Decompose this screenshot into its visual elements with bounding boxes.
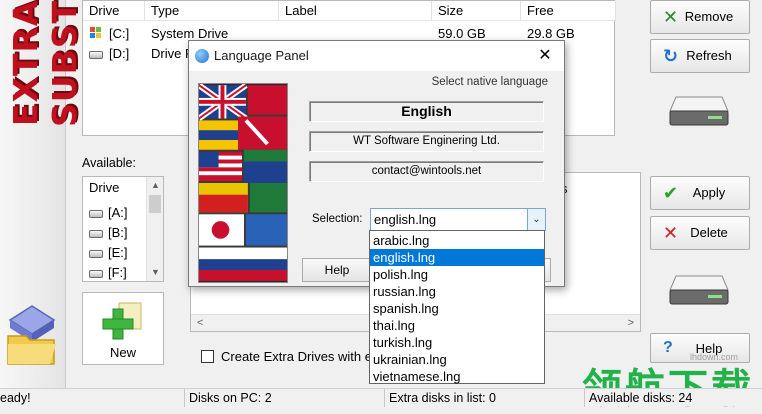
system-drive-icon: [89, 24, 103, 44]
col-drive[interactable]: Drive: [83, 1, 145, 21]
available-col-header[interactable]: Drive: [89, 179, 119, 197]
globe-icon: [195, 49, 209, 63]
status-available-disks: Available disks: 24: [584, 389, 692, 407]
check-icon: ✔: [663, 183, 679, 203]
drive-letter: [D:]: [109, 46, 130, 61]
list-item[interactable]: [F:]: [89, 264, 127, 282]
refresh-icon: ↻: [663, 46, 679, 66]
language-option-selected[interactable]: english.lng: [370, 249, 544, 266]
vertical-scrollbar[interactable]: ▲ ▼: [146, 177, 163, 281]
new-drive-button[interactable]: New: [82, 292, 164, 365]
apply-button[interactable]: ✔ Apply: [650, 176, 750, 210]
col-type[interactable]: Type: [145, 1, 279, 21]
list-item[interactable]: [E:]: [89, 244, 128, 262]
language-option[interactable]: russian.lng: [370, 283, 544, 300]
drive-letter: [B:]: [108, 225, 128, 240]
language-option[interactable]: spanish.lng: [370, 300, 544, 317]
side-banner: EXTRA SUBST: [0, 0, 84, 388]
new-label: New: [109, 345, 136, 360]
language-option[interactable]: polish.lng: [370, 266, 544, 283]
col-free[interactable]: Free: [521, 1, 616, 21]
dialog-help-button[interactable]: Help: [302, 258, 372, 282]
drive-type: Drive F: [151, 46, 193, 61]
refresh-button[interactable]: ↻ Refresh: [650, 39, 750, 73]
apply-label: Apply: [692, 185, 726, 200]
scroll-right-icon[interactable]: >: [628, 315, 634, 331]
drive-letter: [C:]: [109, 26, 130, 41]
col-label[interactable]: Label: [279, 1, 432, 21]
chevron-down-icon[interactable]: ⌄: [527, 209, 545, 230]
scroll-thumb[interactable]: [149, 195, 161, 213]
available-label: Available:: [82, 156, 136, 170]
company-box: WT Software Enginering Ltd.: [309, 131, 544, 152]
drive-letter: [A:]: [108, 205, 128, 220]
company-name: WT Software Enginering Ltd.: [353, 135, 500, 147]
drive-letter: [E:]: [108, 245, 128, 260]
drive-icon: [89, 269, 103, 278]
status-bar: eady! Disks on PC: 2 Extra disks in list…: [0, 388, 762, 407]
language-option[interactable]: arabic.lng: [370, 232, 544, 249]
contact-email: contact@wintools.net: [371, 165, 482, 177]
checkbox-box[interactable]: [201, 350, 214, 363]
scroll-up-icon[interactable]: ▲: [147, 177, 164, 194]
dialog-titlebar[interactable]: Language Panel ✕: [189, 41, 564, 71]
language-dropdown-list[interactable]: arabic.lng english.lng polish.lng russia…: [369, 230, 545, 384]
delete-icon: ✕: [663, 223, 679, 243]
language-option[interactable]: thai.lng: [370, 317, 544, 334]
scroll-left-icon[interactable]: <: [197, 315, 203, 331]
contact-box: contact@wintools.net: [309, 161, 544, 182]
language-option[interactable]: vietnamese.lng: [370, 368, 544, 385]
dialog-title: Language Panel: [214, 48, 309, 63]
available-drives-list[interactable]: Drive [A:] [B:] [E:] [F:] ▲ ▼: [82, 176, 164, 282]
selected-language: english.lng: [374, 212, 437, 227]
scroll-down-icon[interactable]: ▼: [147, 264, 164, 281]
drive-icon: [89, 229, 103, 238]
remove-button[interactable]: ✕ Remove: [650, 0, 750, 34]
language-name-box: English: [309, 101, 544, 122]
delete-button[interactable]: ✕ Delete: [650, 216, 750, 250]
hard-drive-icon: [669, 275, 729, 305]
banner-title: EXTRA SUBST: [6, 0, 84, 127]
remove-icon: ✕: [663, 7, 679, 27]
dialog-help-label: Help: [324, 263, 350, 277]
status-ready: eady!: [0, 391, 31, 405]
language-option[interactable]: ukrainian.lng: [370, 351, 544, 368]
language-select[interactable]: english.lng ⌄: [370, 208, 546, 231]
checkbox-label: Create Extra Drives with e: [221, 349, 372, 364]
hard-drive-icon: [669, 96, 729, 126]
drive-icon: [89, 44, 108, 64]
close-icon[interactable]: ✕: [536, 46, 554, 66]
native-language-label: Select native language: [431, 76, 548, 88]
language-option[interactable]: turkish.lng: [370, 334, 544, 351]
add-icon: [102, 302, 142, 340]
status-extra-disks: Extra disks in list: 0: [384, 389, 496, 407]
status-disks-on-pc: Disks on PC: 2: [184, 389, 272, 407]
drive-icon: [89, 249, 103, 258]
list-item[interactable]: [A:]: [89, 204, 128, 222]
list-item[interactable]: [B:]: [89, 224, 128, 242]
drive-letter: [F:]: [108, 265, 127, 280]
selection-label: Selection:: [312, 213, 363, 225]
delete-label: Delete: [690, 225, 728, 240]
language-name: English: [401, 103, 452, 119]
create-extra-drives-checkbox[interactable]: Create Extra Drives with e: [201, 349, 372, 364]
flags-image: [198, 83, 288, 283]
col-size[interactable]: Size: [432, 1, 521, 21]
drive-icon: [89, 209, 103, 218]
app-logo-icon: [7, 305, 56, 365]
